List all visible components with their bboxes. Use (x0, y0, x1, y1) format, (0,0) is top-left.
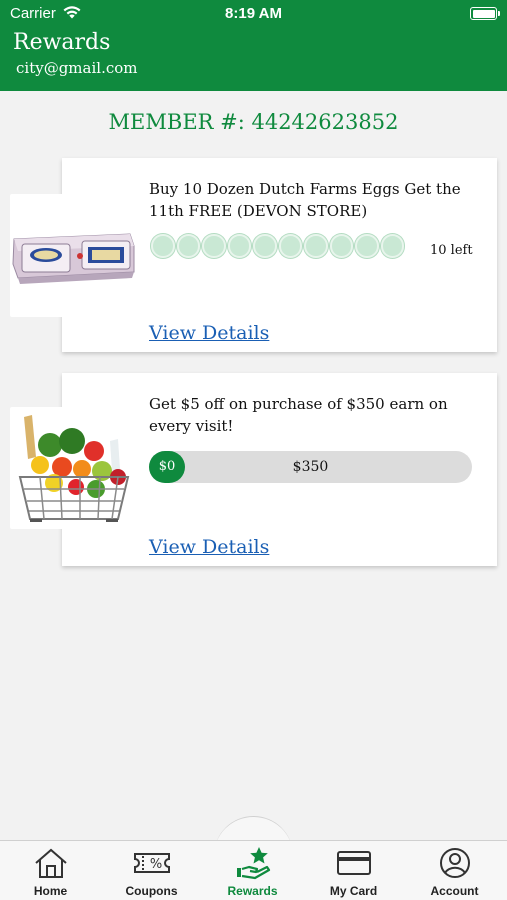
punch-slot (227, 234, 251, 258)
punch-slot (202, 234, 226, 258)
punch-slot (380, 234, 404, 258)
battery-icon (470, 7, 500, 20)
grocery-basket-image (10, 407, 138, 529)
member-number: MEMBER #: 44242623852 (108, 110, 399, 134)
home-icon (35, 848, 67, 878)
punches-remaining: 10 left (430, 243, 473, 258)
tab-home[interactable]: Home (0, 841, 101, 900)
tab-my-card[interactable]: My Card (303, 841, 404, 900)
spend-progress-bar: $350 $0 (149, 451, 472, 483)
tab-my-card-label: My Card (329, 884, 378, 898)
egg-carton-image (10, 194, 138, 317)
punch-slot (176, 234, 200, 258)
account-icon (440, 848, 470, 878)
tab-account[interactable]: Account (404, 841, 505, 900)
tab-coupons-label: Coupons (125, 884, 178, 898)
view-details-link[interactable]: View Details (149, 322, 269, 344)
svg-text:%: % (150, 857, 162, 872)
bottom-tab-bar: Home % Coupons Rewards My Card Account (0, 840, 507, 900)
tab-rewards-label: Rewards (227, 884, 278, 898)
punch-slot (253, 234, 277, 258)
status-bar: Carrier 8:19 AM (0, 0, 507, 28)
punch-slot (151, 234, 175, 258)
status-time: 8:19 AM (225, 5, 282, 22)
tab-home-label: Home (33, 884, 68, 898)
page-title: Rewards (13, 30, 111, 55)
progress-start: $0 (149, 451, 185, 483)
reward-title: Get $5 off on purchase of $350 earn on e… (149, 395, 448, 435)
punch-slot (278, 234, 302, 258)
tab-account-label: Account (430, 884, 479, 898)
punch-slot (355, 234, 379, 258)
punch-slot (329, 234, 353, 258)
punch-card (151, 234, 404, 258)
punch-slot (304, 234, 328, 258)
coupon-icon: % (134, 853, 170, 873)
rewards-icon (237, 847, 271, 880)
view-details-link[interactable]: View Details (149, 536, 269, 558)
card-icon (337, 851, 371, 875)
user-email: city@gmail.com (16, 59, 138, 77)
reward-title: Buy 10 Dozen Dutch Farms Eggs Get the 11… (149, 180, 461, 220)
app-header: Rewards city@gmail.com (0, 28, 507, 91)
tab-rewards[interactable]: Rewards (202, 841, 303, 900)
progress-goal: $350 (292, 459, 329, 475)
tab-coupons[interactable]: % Coupons (101, 841, 202, 900)
